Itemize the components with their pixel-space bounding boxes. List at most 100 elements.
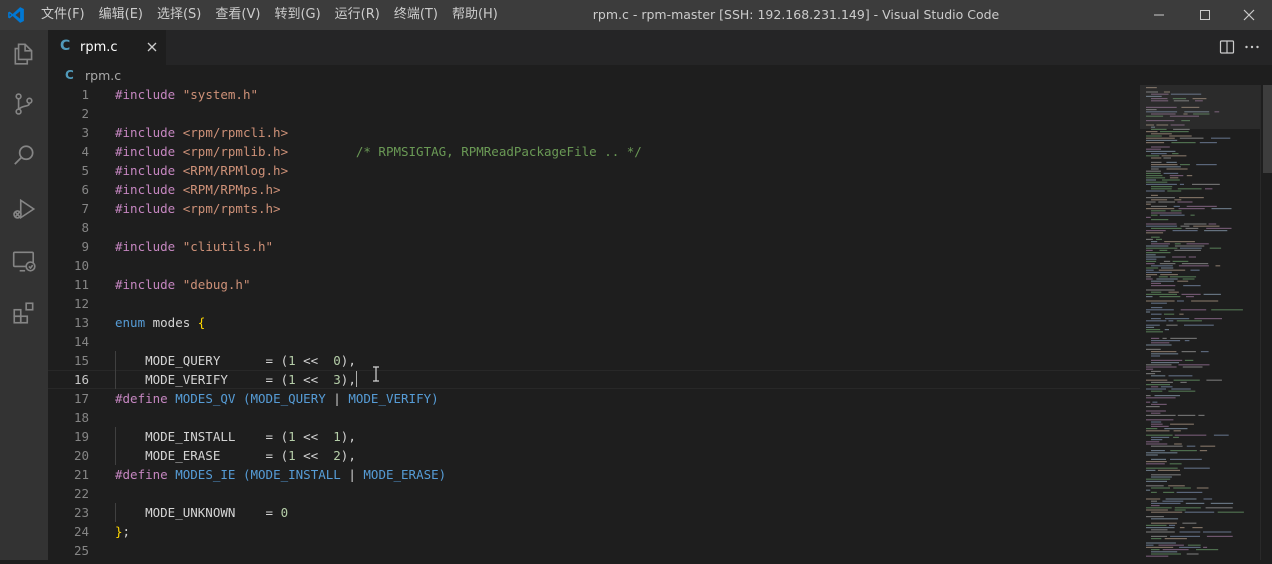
remote-explorer-button[interactable] — [0, 237, 48, 285]
more-actions-icon[interactable] — [1243, 38, 1261, 56]
minimap-line — [1146, 225, 1178, 227]
minimap-line — [1172, 230, 1198, 232]
minimap-line — [1180, 225, 1190, 227]
explorer-button[interactable] — [0, 30, 48, 78]
minimap-line — [1146, 278, 1153, 280]
minimap-line — [1173, 436, 1179, 438]
minimap-line — [1146, 274, 1158, 276]
line-number: 1 — [81, 87, 89, 102]
minimap-line — [1146, 527, 1175, 529]
minimap-line — [1151, 549, 1160, 551]
minimap-line — [1179, 546, 1201, 548]
minimap-line — [1213, 434, 1229, 436]
minimap-line — [1172, 256, 1186, 258]
minimap-line — [1203, 531, 1232, 533]
menu-help[interactable]: 帮助(H) — [445, 0, 505, 30]
minimap-line — [1146, 183, 1177, 185]
minimap-line — [1146, 546, 1174, 548]
line-code: #include <RPM/RPMps.h> — [115, 182, 281, 197]
maximize-icon — [1200, 10, 1210, 20]
minimap-line — [1170, 450, 1197, 452]
minimap-line — [1163, 260, 1171, 262]
code-line: 3 #include <rpm/rpmcli.h> — [48, 123, 1140, 142]
close-tab-icon[interactable] — [144, 39, 160, 55]
split-editor-icon[interactable] — [1218, 38, 1236, 56]
minimap-line — [1198, 414, 1205, 416]
tab-bar: C rpm.c — [48, 30, 1272, 65]
minimap-line — [1146, 137, 1175, 139]
line-code: #include <rpm/rpmcli.h> — [115, 125, 289, 140]
minimap-line — [1146, 419, 1174, 421]
minimap-line — [1146, 263, 1155, 265]
minimap-line — [1205, 188, 1213, 190]
minimap-line — [1210, 502, 1234, 504]
minimap-line — [1146, 324, 1160, 326]
line-number: 7 — [81, 201, 89, 216]
minimap-line — [1184, 359, 1194, 361]
minimap-line — [1176, 320, 1202, 322]
minimap-line — [1166, 161, 1177, 163]
line-code: MODE_ERASE = (1 << 2), — [115, 448, 356, 463]
minimap-line — [1180, 381, 1187, 383]
code-line: 10 — [48, 256, 1140, 275]
menu-terminal[interactable]: 终端(T) — [387, 0, 445, 30]
minimap-line — [1203, 498, 1213, 500]
minimap-line — [1146, 406, 1160, 408]
minimap-line — [1158, 544, 1184, 546]
run-debug-button[interactable] — [0, 185, 48, 233]
minimap-line — [1146, 480, 1167, 482]
minimap-line — [1146, 142, 1165, 144]
menu-file[interactable]: 文件(F) — [34, 0, 92, 30]
minimap-line — [1146, 368, 1154, 370]
code-line: 2 — [48, 104, 1140, 123]
minimap[interactable] — [1140, 85, 1260, 560]
minimap-line — [1146, 238, 1153, 240]
line-code: #define MODES_IE (MODE_INSTALL | MODE_ER… — [115, 467, 447, 482]
search-button[interactable] — [0, 132, 48, 180]
extensions-button[interactable] — [0, 289, 48, 337]
remote-explorer-icon — [12, 251, 36, 272]
minimap-line — [1151, 381, 1173, 383]
minimap-line — [1146, 516, 1164, 518]
code-editor[interactable]: 1 #include "system.h" 2 3 #include <rpm/… — [48, 85, 1140, 560]
menu-run[interactable]: 运行(R) — [328, 0, 387, 30]
minimap-line — [1174, 509, 1186, 511]
minimap-line — [1146, 269, 1154, 271]
search-icon — [14, 145, 34, 165]
close-window-button[interactable] — [1226, 0, 1272, 30]
menu-go[interactable]: 转到(G) — [267, 0, 327, 30]
minimap-line — [1146, 296, 1153, 298]
minimap-line — [1146, 366, 1177, 368]
menu-selection[interactable]: 选择(S) — [150, 0, 208, 30]
minimap-line — [1177, 188, 1202, 190]
maximize-button[interactable] — [1182, 0, 1228, 30]
menu-edit[interactable]: 编辑(E) — [92, 0, 150, 30]
line-number: 10 — [73, 258, 89, 273]
minimap-line — [1196, 549, 1219, 551]
line-number: 14 — [73, 334, 89, 349]
minimap-line — [1151, 535, 1168, 537]
minimap-line — [1151, 551, 1178, 553]
tab-label: rpm.c — [80, 40, 118, 55]
minimap-line — [1146, 309, 1174, 311]
minimap-line — [1146, 311, 1151, 313]
minimap-line — [1146, 507, 1172, 509]
minimap-line — [1186, 553, 1199, 555]
minimap-line — [1184, 324, 1214, 326]
minimap-viewport-slider[interactable] — [1140, 85, 1260, 129]
minimap-line — [1151, 313, 1162, 315]
minimize-button[interactable] — [1136, 0, 1182, 30]
breadcrumb-file[interactable]: rpm.c — [85, 68, 121, 83]
source-control-button[interactable] — [0, 80, 48, 128]
minimap-line — [1151, 390, 1163, 392]
menu-view[interactable]: 查看(V) — [208, 0, 267, 30]
vscode-logo-icon[interactable] — [7, 6, 25, 24]
tab-rpm-c[interactable]: C rpm.c — [48, 30, 166, 65]
minimap-line — [1158, 269, 1186, 271]
explorer-icon — [14, 43, 33, 65]
minimap-line — [1179, 527, 1185, 529]
minimap-line — [1151, 529, 1168, 531]
vertical-scrollbar[interactable] — [1260, 85, 1272, 560]
minimap-line — [1151, 219, 1169, 221]
scrollbar-thumb[interactable] — [1263, 85, 1272, 173]
